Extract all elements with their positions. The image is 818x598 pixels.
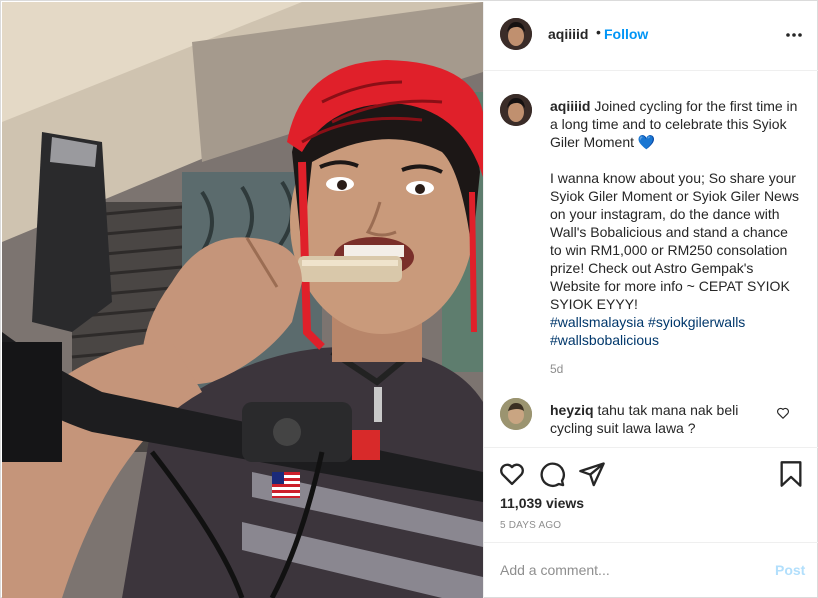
instagram-post-modal: aqiiiid • Follow aqiiiid Joined cycling … xyxy=(0,0,818,598)
more-options-icon[interactable] xyxy=(784,25,804,45)
hashtag-link[interactable]: #wallsbobalicious xyxy=(550,332,659,348)
comment-username[interactable]: heyziq xyxy=(550,402,594,418)
add-comment-input[interactable]: Add a comment... xyxy=(500,562,610,578)
caption-body: I wanna know about you; So share your Sy… xyxy=(550,170,799,312)
post-timestamp[interactable]: 5 DAYS AGO xyxy=(500,520,561,531)
post-sidebar: aqiiiid • Follow aqiiiid Joined cycling … xyxy=(483,2,818,598)
bookmark-icon[interactable] xyxy=(777,460,805,488)
post-comment-button[interactable]: Post xyxy=(775,562,805,578)
commenter-avatar-image xyxy=(500,398,532,430)
comment-like-heart-icon[interactable] xyxy=(776,406,790,420)
commenter-avatar[interactable] xyxy=(500,398,532,430)
hashtag-link[interactable]: #syiokgilerwalls xyxy=(648,314,745,330)
comment-item: heyziq tahu tak mana nak beli cycling su… xyxy=(550,401,765,437)
caption-username[interactable]: aqiiiid xyxy=(550,98,590,114)
video-frame-illustration xyxy=(2,2,483,598)
caption-author-avatar[interactable] xyxy=(500,94,532,126)
follow-button[interactable]: Follow xyxy=(604,26,648,42)
blue-heart-emoji-icon: 💙 xyxy=(637,134,656,150)
separator-dot: • xyxy=(596,24,601,40)
author-avatar[interactable] xyxy=(500,18,532,50)
caption-age: 5d xyxy=(550,362,564,376)
post-actions: 11,039 views 5 DAYS AGO xyxy=(484,447,818,541)
heart-icon[interactable] xyxy=(498,460,526,488)
share-icon[interactable] xyxy=(578,460,606,488)
post-caption: aqiiiid Joined cycling for the first tim… xyxy=(550,97,800,349)
post-video[interactable] xyxy=(2,2,483,598)
post-header: aqiiiid • Follow xyxy=(484,2,818,71)
add-comment-bar: Add a comment... Post xyxy=(484,542,818,598)
caption-author-avatar-image xyxy=(500,94,532,126)
comments-section: aqiiiid Joined cycling for the first tim… xyxy=(484,72,818,446)
author-username[interactable]: aqiiiid xyxy=(548,26,588,42)
comment-icon[interactable] xyxy=(538,460,566,488)
view-count[interactable]: 11,039 views xyxy=(500,495,584,511)
hashtag-link[interactable]: #wallsmalaysia xyxy=(550,314,644,330)
author-avatar-image xyxy=(500,18,532,50)
